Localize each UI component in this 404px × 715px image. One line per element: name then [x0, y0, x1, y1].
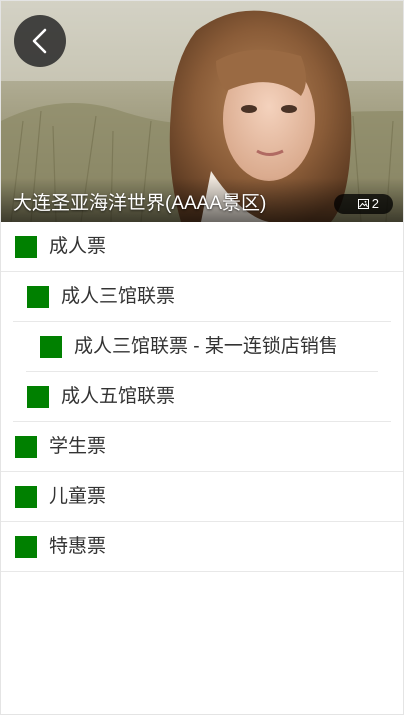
ticket-item-label: 儿童票: [49, 486, 107, 507]
ticket-item-label: 成人票: [49, 236, 107, 257]
ticket-color-marker: [40, 336, 62, 358]
photo-count-text: 2: [371, 196, 379, 211]
ticket-color-marker: [27, 386, 49, 408]
ticket-item-discount[interactable]: 特惠票: [1, 522, 403, 572]
hero-banner: 大连圣亚海洋世界(AAAA景区) 2: [1, 1, 403, 222]
ticket-color-marker: [15, 236, 37, 258]
ticket-color-marker: [15, 436, 37, 458]
ticket-item-label: 学生票: [49, 436, 107, 457]
ticket-color-marker: [15, 536, 37, 558]
page: 大连圣亚海洋世界(AAAA景区) 2 成人票 成人三馆联票 成人三馆联票 - 某…: [0, 0, 404, 715]
chevron-left-icon: [32, 28, 47, 54]
photo-count-badge[interactable]: 2: [333, 194, 393, 214]
back-button[interactable]: [14, 15, 66, 67]
ticket-item-child[interactable]: 儿童票: [1, 472, 403, 522]
scenic-title: 大连圣亚海洋世界(AAAA景区): [13, 193, 267, 214]
ticket-item-label: 成人五馆联票: [61, 386, 176, 407]
ticket-item-adult[interactable]: 成人票: [1, 222, 403, 272]
ticket-item-adult-three-hall-chain-store[interactable]: 成人三馆联票 - 某一连锁店销售: [26, 322, 378, 372]
ticket-item-label: 成人三馆联票: [61, 286, 176, 307]
ticket-item-adult-five-hall[interactable]: 成人五馆联票: [13, 372, 391, 422]
picture-icon: [357, 199, 369, 209]
hero-caption-bar: 大连圣亚海洋世界(AAAA景区) 2: [1, 178, 403, 222]
ticket-item-label: 特惠票: [49, 536, 107, 557]
ticket-item-label: 成人三馆联票 - 某一连锁店销售: [74, 336, 338, 357]
ticket-color-marker: [15, 486, 37, 508]
ticket-list: 成人票 成人三馆联票 成人三馆联票 - 某一连锁店销售 成人五馆联票 学生票 儿…: [1, 222, 403, 572]
ticket-item-student[interactable]: 学生票: [1, 422, 403, 472]
ticket-color-marker: [27, 286, 49, 308]
ticket-item-adult-three-hall[interactable]: 成人三馆联票: [13, 272, 391, 322]
